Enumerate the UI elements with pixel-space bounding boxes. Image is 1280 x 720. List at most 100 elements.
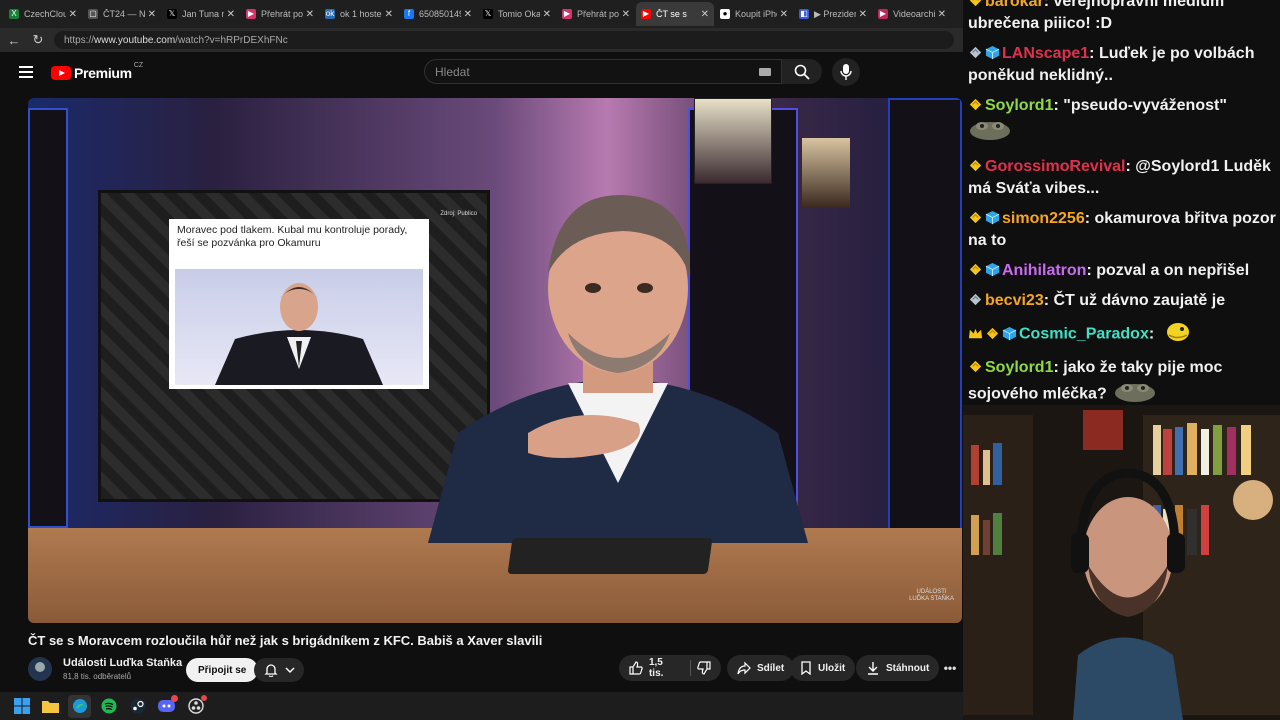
browser-tab[interactable]: 𝕏 Tomio Okam✕ [478, 2, 556, 26]
browser-tab[interactable]: 𝕏 Jan Tuna na✕ [162, 2, 240, 26]
tab-favicon-icon: ▢ [88, 9, 98, 19]
browser-tab[interactable]: f 650850149_✕ [399, 2, 477, 26]
logo-region: CZ [133, 62, 144, 69]
discord-icon[interactable] [155, 694, 178, 718]
dislike-icon[interactable] [697, 661, 711, 675]
spotify-icon[interactable] [97, 695, 120, 718]
search-input[interactable]: Hledat [424, 59, 782, 84]
youtube-play-icon [51, 66, 71, 80]
notifications-button[interactable] [254, 658, 304, 682]
chat-separator: : [1053, 97, 1064, 114]
channel-watermark: UDÁLOSTI LUĎKA STAŇKA [909, 589, 954, 603]
youtube-logo[interactable]: Premium CZ [51, 62, 144, 81]
tab-close-icon[interactable]: ✕ [306, 9, 314, 20]
gold-badge-icon [968, 262, 983, 277]
browser-tab[interactable]: ok ok 1 hosted✕ [320, 2, 398, 26]
keyboard-icon[interactable] [759, 68, 771, 76]
presenter [428, 194, 808, 543]
gold-badge-icon [968, 210, 983, 225]
tab-label: Přehrát poz [261, 9, 303, 19]
chat-username[interactable]: Cosmic_Paradox [1019, 326, 1149, 343]
save-button[interactable]: Uložit [790, 655, 856, 681]
chat-message: Soylord1: jako že taky pije moc sojového… [967, 357, 1276, 405]
tab-favicon-icon: ◧ [799, 9, 809, 19]
chat-message: GorossimoRevival: @Soylord1 Luděk má Svá… [967, 156, 1276, 200]
channel-name[interactable]: Události Luďka Staňka [63, 657, 182, 669]
file-explorer-icon[interactable] [39, 695, 62, 718]
tab-label: Přehrát poz [577, 9, 619, 19]
tab-close-icon[interactable]: ✕ [148, 9, 156, 20]
tab-label: Tomio Okam [498, 9, 540, 19]
chat-username[interactable]: GorossimoRevival [985, 158, 1126, 175]
menu-icon[interactable] [19, 66, 33, 78]
browser-tab[interactable]: ◧ ▶ Prezident✕ [794, 2, 872, 26]
tab-close-icon[interactable]: ✕ [227, 9, 235, 20]
chat-username[interactable]: Soylord1 [985, 359, 1053, 376]
tab-close-icon[interactable]: ✕ [701, 9, 709, 20]
tab-close-icon[interactable]: ✕ [938, 9, 946, 20]
tab-close-icon[interactable]: ✕ [464, 9, 472, 20]
chat-message: Anihilatron: pozval a on nepřišel [967, 260, 1276, 282]
voice-search-button[interactable] [832, 58, 860, 86]
obs-icon[interactable] [184, 694, 207, 718]
browser-tab[interactable]: ▢ ČT24 — Ne✕ [83, 2, 161, 26]
tab-label: Videoarchiv [893, 9, 935, 19]
reload-icon[interactable]: ↻ [28, 32, 48, 48]
tab-label: Jan Tuna na [182, 9, 224, 19]
notification-dot [171, 694, 178, 702]
tab-close-icon[interactable]: ✕ [622, 9, 630, 20]
chat-message: Soylord1: "pseudo-vyváženost" [967, 95, 1276, 148]
tab-close-icon[interactable]: ✕ [385, 9, 393, 20]
chat-username[interactable]: barokar [985, 0, 1044, 10]
edge-icon[interactable] [68, 694, 91, 718]
taskbar [0, 692, 963, 720]
browser-tab[interactable]: ▶ Přehrát poz✕ [241, 2, 319, 26]
browser-tab[interactable]: ▶ Přehrát poz✕ [557, 2, 635, 26]
cube-badge-icon [1002, 326, 1017, 341]
steam-icon[interactable] [126, 695, 149, 718]
windows-start-icon[interactable] [10, 695, 33, 718]
chat-text: pozval a on nepřišel [1096, 262, 1250, 279]
join-button[interactable]: Připojit se [186, 658, 259, 682]
url-field[interactable]: https://www.youtube.com/watch?v=hRPrDEXh… [54, 31, 954, 49]
share-button[interactable]: Sdílet [727, 655, 795, 681]
video-title: ČT se s Moravcem rozloučila hůř než jak … [28, 633, 543, 648]
video-player[interactable]: Zdroj: Publico Moravec pod tlakem. Kubal… [28, 98, 962, 623]
tab-label: CzechCloud [24, 9, 66, 19]
channel-avatar[interactable] [28, 657, 52, 681]
chat-separator: : [1086, 262, 1097, 279]
tab-favicon-icon: 𝕏 [483, 9, 493, 19]
browser-tab[interactable]: ▶ Videoarchiv✕ [873, 2, 951, 26]
far-right-shelf [888, 98, 962, 538]
chat-username[interactable]: simon2256 [1002, 210, 1085, 227]
save-label: Uložit [818, 662, 846, 674]
tab-close-icon[interactable]: ✕ [543, 9, 551, 20]
tab-label: ▶ Prezident [814, 8, 856, 19]
browser-tab[interactable]: ▶ ČT se s ✕ [636, 2, 714, 26]
watermark-text: UDÁLOSTI [916, 589, 947, 595]
chat-message: simon2256: okamurova břitva pozor na to [967, 208, 1276, 252]
tab-close-icon[interactable]: ✕ [859, 9, 867, 20]
tab-close-icon[interactable]: ✕ [780, 9, 788, 20]
search-button[interactable] [782, 59, 822, 84]
chat-username[interactable]: LANscape1 [1002, 45, 1089, 62]
tab-label: 650850149_ [419, 9, 461, 19]
tab-close-icon[interactable]: ✕ [69, 9, 77, 20]
search-icon [794, 64, 810, 80]
gold-badge-icon [968, 359, 983, 374]
browser-tab[interactable]: X CzechCloud✕ [4, 2, 82, 26]
back-icon[interactable]: ← [4, 33, 24, 48]
tab-label: Koupit iPho [735, 9, 777, 19]
chat-message: becvi23: ČT už dávno zaujatě je [967, 290, 1276, 312]
download-label: Stáhnout [886, 662, 930, 674]
like-icon[interactable] [629, 661, 643, 675]
chat-username[interactable]: Soylord1 [985, 97, 1053, 114]
more-actions-icon[interactable]: ••• [938, 655, 962, 681]
download-button[interactable]: Stáhnout [856, 655, 940, 681]
browser-tab[interactable]: ● Koupit iPho ✕ [715, 2, 793, 26]
silver-badge-icon [968, 292, 983, 307]
chat-username[interactable]: Anihilatron [1002, 262, 1086, 279]
tab-favicon-icon: ok [325, 9, 335, 19]
chat-username[interactable]: becvi23 [985, 292, 1044, 309]
like-count[interactable]: 1,5 tis. [649, 657, 680, 679]
